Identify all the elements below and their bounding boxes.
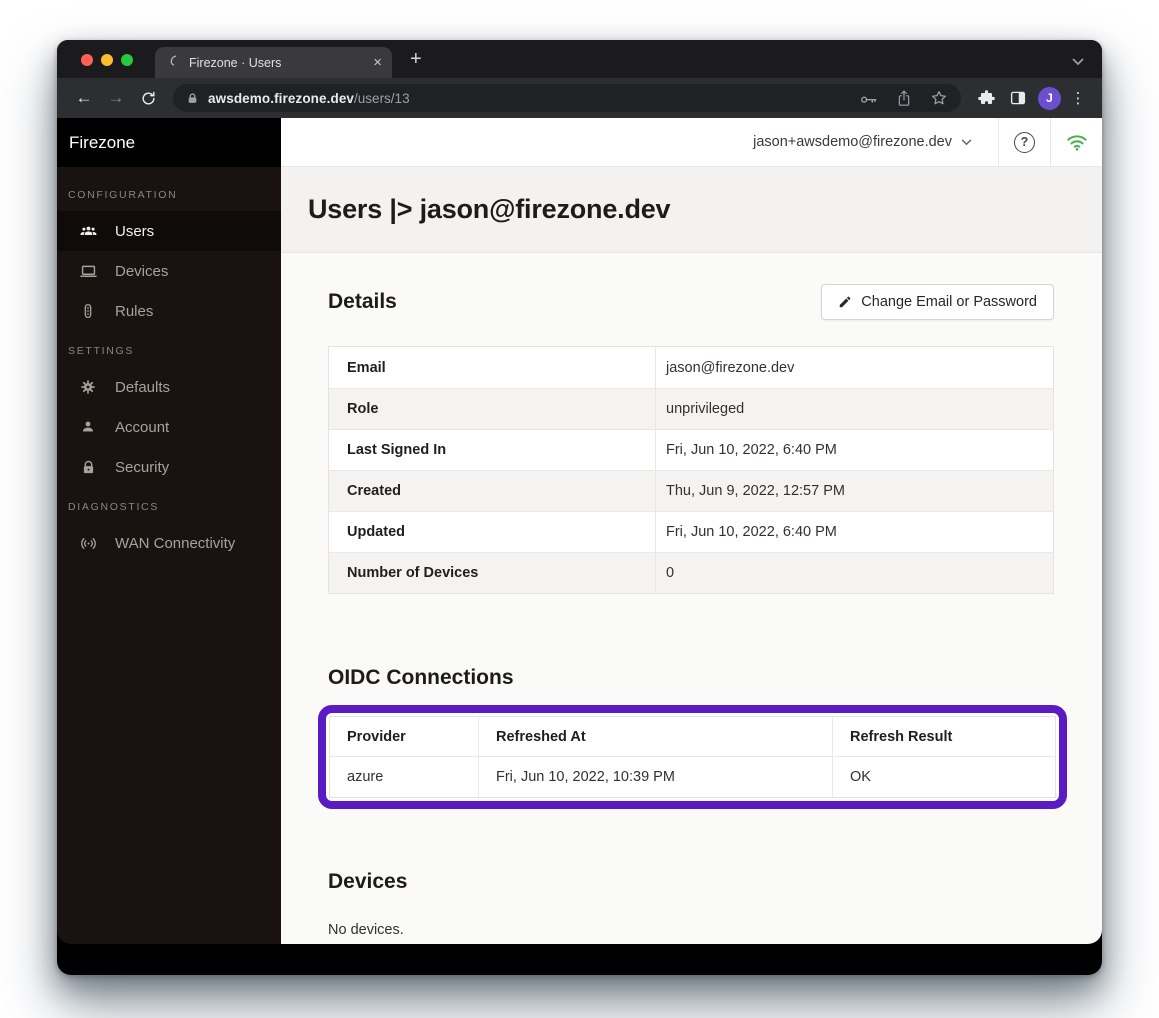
table-row: Updated Fri, Jun 10, 2022, 6:40 PM — [329, 511, 1053, 552]
tab-close-icon[interactable]: × — [373, 55, 382, 70]
connectivity-status-button[interactable] — [1050, 118, 1102, 166]
sidebar-item-security[interactable]: Security — [57, 447, 281, 487]
zoom-window-button[interactable] — [121, 54, 133, 66]
change-email-password-button[interactable]: Change Email or Password — [821, 284, 1054, 320]
reload-button[interactable] — [133, 90, 163, 107]
tab-title: Firezone · Users — [189, 56, 364, 70]
gear-icon — [78, 378, 98, 396]
address-bar[interactable]: awsdemo.firezone.dev/users/13 — [173, 84, 961, 112]
sidebar: Firezone CONFIGURATION Users Devices — [57, 118, 281, 944]
minimize-window-button[interactable] — [101, 54, 113, 66]
pencil-icon — [838, 295, 852, 309]
main-content: Details Change Email or Password Email j… — [281, 253, 1102, 944]
content-column: jason+awsdemo@firezone.dev ? Users |> ja… — [281, 118, 1102, 944]
https-lock-icon — [186, 92, 199, 105]
url-path: /users/13 — [354, 91, 410, 106]
help-button[interactable]: ? — [998, 118, 1050, 166]
url-domain: awsdemo.firezone.dev — [208, 91, 354, 106]
browser-window: Firezone · Users × + ← → awsdemo.firezon… — [57, 40, 1102, 975]
sidebar-item-rules[interactable]: Rules — [57, 291, 281, 331]
traffic-light-icon — [78, 302, 98, 320]
sidebar-item-devices[interactable]: Devices — [57, 251, 281, 291]
new-tab-button[interactable]: + — [410, 48, 422, 71]
table-row: Email jason@firezone.dev — [329, 347, 1053, 388]
extensions-puzzle-icon[interactable] — [971, 89, 1001, 108]
table-row: Created Thu, Jun 9, 2022, 12:57 PM — [329, 470, 1053, 511]
close-window-button[interactable] — [81, 54, 93, 66]
browser-profile-avatar[interactable]: J — [1038, 87, 1061, 110]
browser-menu-icon[interactable]: ⋮ — [1066, 89, 1090, 107]
signal-broadcast-icon — [78, 534, 98, 553]
sidebar-item-label: Security — [115, 459, 169, 476]
back-button[interactable]: ← — [69, 88, 99, 108]
browser-toolbar: ← → awsdemo.firezone.dev/users/13 — [57, 78, 1102, 118]
oidc-connections-heading: OIDC Connections — [328, 666, 1054, 690]
app-header: jason+awsdemo@firezone.dev ? — [281, 118, 1102, 167]
sidebar-item-defaults[interactable]: Defaults — [57, 367, 281, 407]
section-label-diagnostics: DIAGNOSTICS — [57, 487, 281, 523]
page-title: Users |> jason@firezone.dev — [308, 194, 670, 225]
account-email: jason+awsdemo@firezone.dev — [753, 134, 952, 150]
sidebar-item-users[interactable]: Users — [57, 211, 281, 251]
tab-search-chevron-icon[interactable] — [1072, 53, 1084, 71]
details-heading: Details — [328, 290, 397, 314]
sidebar-item-label: WAN Connectivity — [115, 535, 235, 552]
devices-empty-text: No devices. — [328, 922, 1054, 938]
traffic-lights — [81, 54, 133, 66]
share-icon[interactable] — [896, 89, 912, 108]
sidebar-item-label: Rules — [115, 303, 153, 320]
oidc-table: Provider Refreshed At Refresh Result azu… — [329, 716, 1056, 798]
page-title-band: Users |> jason@firezone.dev — [281, 167, 1102, 253]
tab-strip: Firezone · Users × + — [57, 40, 1102, 78]
section-label-settings: SETTINGS — [57, 331, 281, 367]
details-table: Email jason@firezone.dev Role unprivileg… — [328, 346, 1054, 594]
person-icon — [78, 418, 98, 436]
bookmark-star-icon[interactable] — [930, 89, 948, 107]
sidebar-item-account[interactable]: Account — [57, 407, 281, 447]
app-main: Firezone CONFIGURATION Users Devices — [57, 118, 1102, 944]
section-label-configuration: CONFIGURATION — [57, 175, 281, 211]
chevron-down-icon — [961, 139, 972, 146]
lock-icon — [78, 459, 98, 476]
sidebar-item-label: Account — [115, 419, 169, 436]
sidebar-item-label: Defaults — [115, 379, 170, 396]
password-key-icon[interactable] — [859, 89, 878, 108]
favicon-icon — [167, 54, 180, 72]
table-row: Last Signed In Fri, Jun 10, 2022, 6:40 P… — [329, 429, 1053, 470]
table-row: azure Fri, Jun 10, 2022, 10:39 PM OK — [330, 757, 1055, 797]
table-header-row: Provider Refreshed At Refresh Result — [330, 717, 1055, 757]
table-row: Number of Devices 0 — [329, 552, 1053, 593]
brand-logo: Firezone — [57, 118, 281, 167]
users-icon — [78, 222, 98, 241]
table-row: Role unprivileged — [329, 388, 1053, 429]
devices-heading: Devices — [328, 870, 1054, 894]
account-menu[interactable]: jason+awsdemo@firezone.dev — [727, 118, 998, 166]
wifi-icon — [1066, 133, 1088, 152]
sidebar-item-label: Devices — [115, 263, 168, 280]
url-text: awsdemo.firezone.dev/users/13 — [208, 91, 410, 106]
help-icon: ? — [1014, 132, 1035, 153]
laptop-icon — [78, 262, 98, 281]
browser-tab[interactable]: Firezone · Users × — [155, 47, 392, 78]
sidebar-item-label: Users — [115, 223, 154, 240]
side-panel-icon[interactable] — [1003, 89, 1033, 107]
forward-button[interactable]: → — [101, 88, 131, 108]
sidebar-item-wan-connectivity[interactable]: WAN Connectivity — [57, 523, 281, 563]
oidc-highlight: Provider Refreshed At Refresh Result azu… — [318, 705, 1067, 809]
